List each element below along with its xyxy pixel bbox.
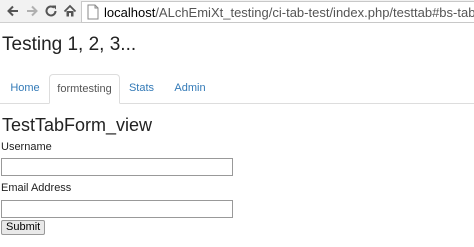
forward-arrow-icon [27,5,38,17]
email-label: Email Address [1,182,72,194]
browser-toolbar: localhost/ALchEmiXt_testing/ci-tab-test/… [0,0,474,23]
submit-button[interactable]: Submit [1,220,46,235]
reload-icon [45,5,57,17]
username-input[interactable] [1,158,233,176]
forward-button[interactable] [23,2,41,20]
url-path: /ALchEmiXt_testing/ci-tab-test/index.php… [155,4,474,20]
home-button[interactable] [61,2,79,20]
email-input[interactable] [1,200,233,218]
tab-stats[interactable]: Stats [119,74,164,103]
home-icon [63,4,77,17]
tab-formtesting[interactable]: formtesting [49,74,120,104]
form-heading: TestTabForm_view [2,115,153,135]
page-icon [87,4,99,20]
nav-tabs: Home formtesting Stats Admin [0,74,474,104]
username-label: Username [1,141,52,153]
page-title: Testing 1, 2, 3... [2,34,137,55]
tab-home[interactable]: Home [1,74,49,103]
url-host: localhost [104,4,156,20]
back-arrow-icon [7,5,18,17]
reload-button[interactable] [42,2,60,20]
back-button[interactable] [4,2,22,20]
address-bar[interactable]: localhost/ALchEmiXt_testing/ci-tab-test/… [81,1,474,23]
tab-admin[interactable]: Admin [164,74,216,103]
